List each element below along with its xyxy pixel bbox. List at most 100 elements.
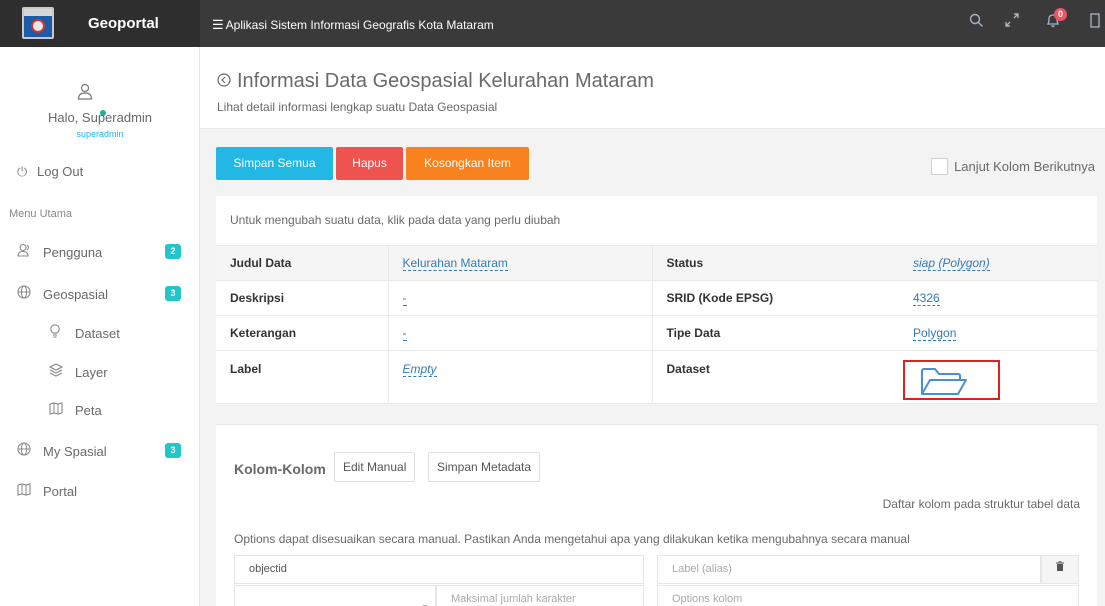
- sidebar-item-dataset[interactable]: Dataset: [49, 324, 190, 346]
- field-label: Tipe Data: [652, 315, 899, 351]
- dataset-folder-highlight[interactable]: [903, 360, 1000, 400]
- field-value-cell: [899, 350, 1097, 404]
- field-label: Label: [216, 350, 388, 404]
- columns-panel: Kolom-Kolom Edit Manual Simpan Metadata …: [216, 424, 1097, 606]
- field-value-cell: Kelurahan Mataram: [387, 245, 653, 281]
- logout-link[interactable]: ⏻ Log Out: [17, 164, 83, 180]
- layers-icon: [48, 363, 75, 380]
- field-label: SRID (Kode EPSG): [652, 280, 899, 316]
- sidebar-item-label: Geospasial: [43, 287, 109, 302]
- checkbox-box[interactable]: [931, 158, 949, 175]
- expand-icon[interactable]: [1005, 13, 1019, 31]
- globe-icon: [17, 442, 43, 459]
- field-label: Deskripsi: [216, 280, 388, 316]
- notification-badge: 0: [1054, 8, 1067, 21]
- field-label: Judul Data: [216, 245, 388, 281]
- details-table: Judul Data Kelurahan Mataram Status siap…: [216, 245, 1097, 404]
- title-editable[interactable]: Kelurahan Mataram: [402, 256, 508, 271]
- page-subtitle: Lihat detail informasi lengkap suatu Dat…: [217, 100, 498, 114]
- brand[interactable]: Geoportal: [0, 0, 200, 47]
- column-name-input[interactable]: objectid: [234, 555, 644, 584]
- back-circle-icon[interactable]: [217, 73, 231, 92]
- details-panel: Untuk mengubah suatu data, klik pada dat…: [216, 196, 1097, 404]
- field-label: Dataset: [652, 350, 899, 404]
- max-length-input[interactable]: Maksimal jumlah karakter: [436, 585, 644, 606]
- sidebar: Halo, Superadmin superadmin ⏻ Log Out Men…: [0, 47, 200, 606]
- sidebar-item-portal[interactable]: Portal: [17, 483, 190, 505]
- power-icon: ⏻: [17, 164, 28, 179]
- column-label-input[interactable]: Label (alias): [657, 555, 1041, 584]
- column-type-select[interactable]: ▼: [234, 585, 436, 606]
- chevron-down-icon: ▼: [421, 594, 429, 606]
- map-icon: [49, 402, 75, 418]
- sidebar-item-label: Layer: [75, 365, 108, 380]
- globe-icon: [17, 285, 43, 302]
- columns-list-note: Daftar kolom pada struktur tabel data: [882, 497, 1080, 511]
- sidebar-item-label: Peta: [75, 403, 102, 418]
- city-logo: [22, 7, 54, 39]
- sidebar-item-geospasial[interactable]: Geospasial 3: [17, 285, 190, 307]
- brand-name: Geoportal: [88, 15, 159, 32]
- save-metadata-button[interactable]: Simpan Metadata: [428, 452, 541, 482]
- edit-manual-button[interactable]: Edit Manual: [334, 452, 416, 482]
- logout-label: Log Out: [37, 164, 84, 179]
- map-icon: [17, 483, 43, 499]
- bulb-icon: [49, 324, 75, 341]
- delete-column-button[interactable]: [1041, 555, 1079, 584]
- count-badge: 3: [165, 286, 181, 301]
- user-icon: [77, 83, 93, 105]
- columns-options-note: Options dapat disesuaikan secara manual.…: [234, 532, 910, 546]
- folder-open-icon[interactable]: [919, 367, 969, 397]
- app-title-text: Aplikasi Sistem Informasi Geografis Kota…: [225, 18, 494, 32]
- table-row: Label Empty Dataset: [216, 350, 1097, 404]
- table-row: Keterangan - Tipe Data Polygon: [216, 315, 1097, 351]
- sidebar-item-label: Pengguna: [43, 245, 103, 260]
- menu-icon[interactable]: ☰: [212, 17, 224, 33]
- count-badge: 2: [165, 244, 181, 259]
- sidebar-item-my-spasial[interactable]: My Spasial 3: [17, 442, 190, 464]
- table-row: Judul Data Kelurahan Mataram Status siap…: [216, 245, 1097, 281]
- sidebar-item-label: Dataset: [75, 326, 120, 341]
- trash-icon: [1055, 561, 1065, 575]
- field-value-cell: 4326: [899, 280, 1097, 316]
- menu-heading: Menu Utama: [9, 208, 72, 220]
- delete-button[interactable]: Hapus: [336, 147, 403, 180]
- next-column-checkbox[interactable]: Lanjut Kolom Berikutnya: [931, 158, 1095, 175]
- field-value-cell: siap (Polygon): [899, 245, 1097, 281]
- bell-icon[interactable]: 0: [1046, 8, 1067, 32]
- user-handle[interactable]: superadmin: [0, 129, 200, 139]
- count-badge: 3: [165, 443, 181, 458]
- notes-editable[interactable]: -: [402, 326, 407, 341]
- columns-heading: Kolom-Kolom: [234, 461, 326, 477]
- description-editable[interactable]: -: [402, 291, 407, 306]
- clear-items-button[interactable]: Kosongkan Item: [406, 147, 529, 180]
- main-content: Informasi Data Geospasial Kelurahan Mata…: [200, 47, 1105, 606]
- search-icon[interactable]: [969, 13, 984, 32]
- sidebar-item-label: My Spasial: [43, 444, 107, 459]
- user-greeting: Halo, Superadmin: [47, 110, 153, 125]
- field-value-cell: -: [387, 280, 653, 316]
- column-options-input[interactable]: Options kolom: [657, 585, 1079, 606]
- app-title[interactable]: ☰ Aplikasi Sistem Informasi Geografis Kot…: [212, 17, 494, 33]
- sidebar-toggle-icon[interactable]: [1090, 13, 1100, 32]
- field-label: Status: [652, 245, 899, 281]
- details-hint: Untuk mengubah suatu data, klik pada dat…: [230, 213, 561, 227]
- sidebar-item-layer[interactable]: Layer: [48, 363, 190, 385]
- users-icon: [17, 243, 43, 260]
- srid-editable[interactable]: 4326: [913, 291, 940, 306]
- page-title-text: Informasi Data Geospasial Kelurahan Mata…: [237, 70, 654, 92]
- page-title: Informasi Data Geospasial Kelurahan Mata…: [217, 70, 654, 93]
- datatype-editable[interactable]: Polygon: [913, 326, 957, 341]
- field-value-cell: -: [387, 315, 653, 351]
- sidebar-item-pengguna[interactable]: Pengguna 2: [17, 243, 190, 265]
- next-column-label: Lanjut Kolom Berikutnya: [954, 159, 1095, 174]
- label-editable[interactable]: Empty: [402, 362, 437, 377]
- save-all-button[interactable]: Simpan Semua: [216, 147, 333, 180]
- sidebar-item-peta[interactable]: Peta: [49, 402, 190, 424]
- field-value-cell: Polygon: [899, 315, 1097, 351]
- sidebar-item-label: Portal: [43, 484, 77, 499]
- table-row: Deskripsi - SRID (Kode EPSG) 4326: [216, 280, 1097, 316]
- field-value-cell: Empty: [387, 350, 653, 404]
- top-navbar: Geoportal ☰ Aplikasi Sistem Informasi Geo…: [0, 0, 1105, 47]
- status-editable[interactable]: siap (Polygon): [913, 256, 990, 271]
